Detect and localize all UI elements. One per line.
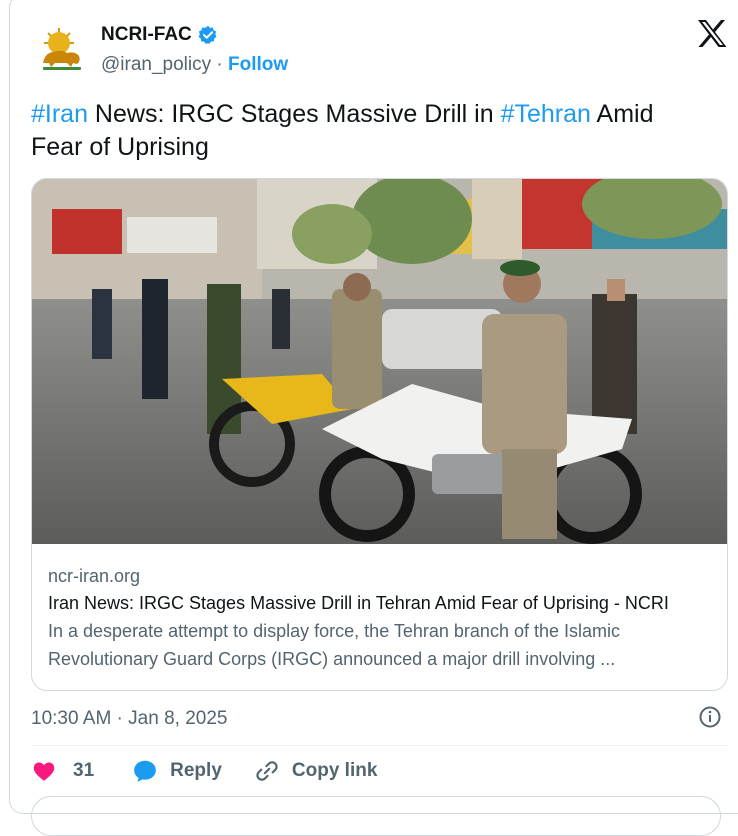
speech-bubble-icon xyxy=(134,760,156,782)
verified-badge-icon xyxy=(198,25,217,44)
link-preview-image[interactable] xyxy=(32,179,728,544)
copy-link-label: Copy link xyxy=(291,760,378,781)
timestamp-row: 10:30 AM · Jan 8, 2025 xyxy=(31,705,728,733)
x-logo-icon[interactable] xyxy=(697,20,727,47)
tweet-text: #Iran News: IRGC Stages Massive Drill in… xyxy=(31,98,711,164)
divider xyxy=(31,745,728,746)
hashtag-iran[interactable]: #Iran xyxy=(31,100,88,128)
info-icon[interactable] xyxy=(698,705,722,729)
link-title[interactable]: Iran News: IRGC Stages Massive Drill in … xyxy=(48,589,718,617)
handle-row: @iran_policy · Follow xyxy=(101,54,288,76)
reply-button[interactable]: Reply xyxy=(132,758,222,784)
heart-icon xyxy=(33,762,55,781)
timestamp[interactable]: 10:30 AM · Jan 8, 2025 xyxy=(31,708,227,729)
link-meta: ncr-iran.org Iran News: IRGC Stages Mass… xyxy=(48,563,718,673)
tweet-text-part-1: News: IRGC Stages Massive Drill in xyxy=(87,100,501,128)
link-chain-icon xyxy=(256,761,278,781)
reply-label: Reply xyxy=(170,760,222,781)
handle[interactable]: @iran_policy xyxy=(101,54,211,75)
display-name[interactable]: NCRI-FAC xyxy=(101,24,192,46)
avatar[interactable] xyxy=(37,25,87,73)
read-replies-button[interactable] xyxy=(31,796,721,836)
link-domain[interactable]: ncr-iran.org xyxy=(48,563,718,589)
like-count: 31 xyxy=(73,760,95,781)
copy-link-button[interactable]: Copy link xyxy=(254,758,378,784)
link-description: In a desperate attempt to display force,… xyxy=(48,621,620,669)
tweet-header: NCRI-FAC @iran_policy · Follow xyxy=(37,20,727,80)
separator: · xyxy=(211,54,229,75)
follow-button[interactable]: Follow xyxy=(228,54,288,75)
action-bar: 31 Reply Copy link xyxy=(31,756,377,786)
hashtag-tehran[interactable]: #Tehran xyxy=(501,100,591,128)
link-preview-card[interactable]: ncr-iran.org Iran News: IRGC Stages Mass… xyxy=(31,178,728,691)
like-button[interactable]: 31 xyxy=(31,758,94,784)
